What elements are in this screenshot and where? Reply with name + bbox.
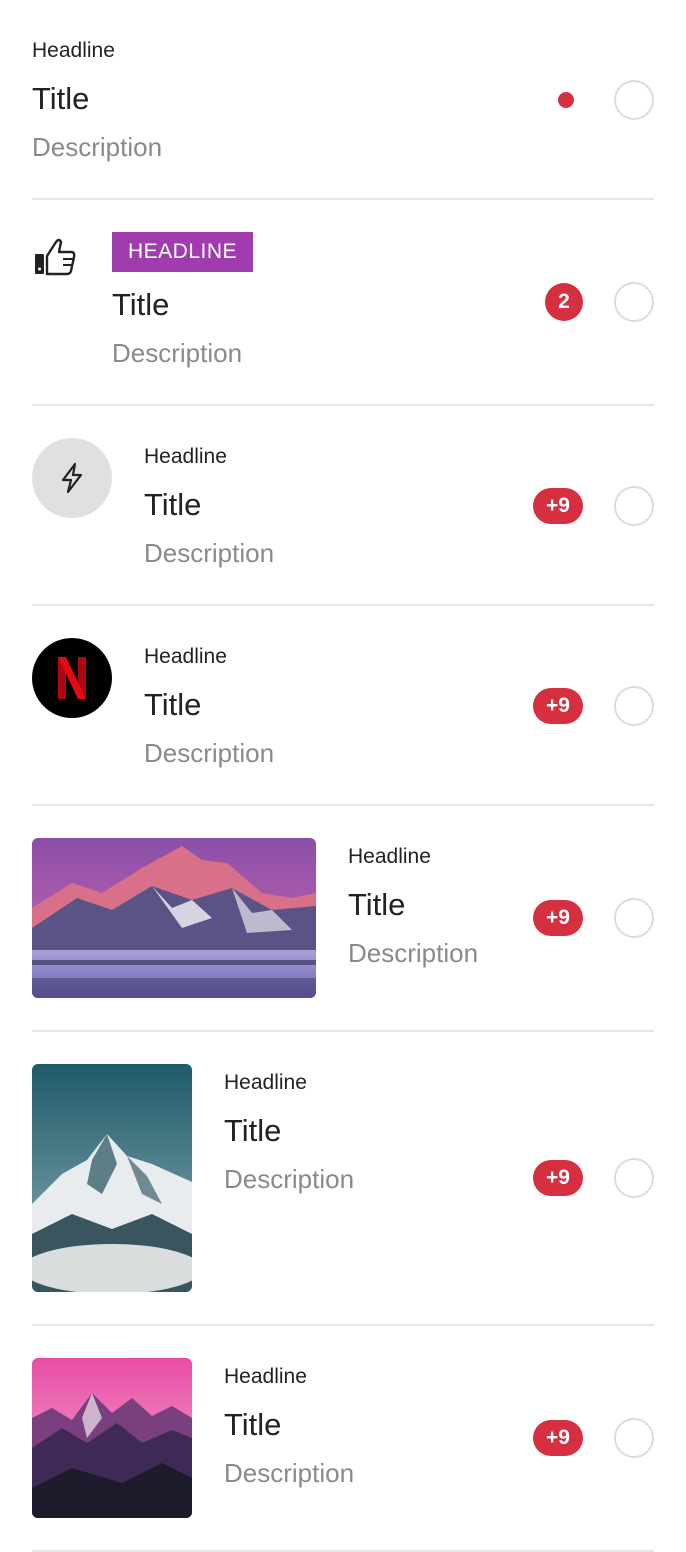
count-badge: +9 — [533, 688, 583, 724]
select-radio[interactable] — [614, 898, 654, 938]
thumbs-up-icon — [32, 234, 78, 280]
select-radio[interactable] — [614, 80, 654, 120]
item-title: Title — [112, 287, 170, 322]
list-item[interactable]: Headline Title Description +9 — [32, 406, 654, 606]
select-radio[interactable] — [614, 1158, 654, 1198]
count-badge: +9 — [533, 900, 583, 936]
item-title: Title — [144, 487, 202, 522]
list-item[interactable]: Headline Title Description — [32, 0, 654, 200]
mountain-landscape-image — [32, 838, 316, 998]
count-badge: +9 — [533, 488, 583, 524]
item-headline: Headline — [224, 1365, 307, 1388]
item-description: Description — [224, 1458, 355, 1488]
item-title: Title — [348, 887, 406, 922]
item-description: Description — [348, 938, 479, 968]
item-title: Title — [224, 1113, 282, 1148]
item-title: Title — [224, 1407, 282, 1442]
list-item[interactable]: Headline Title Description +9 — [32, 806, 654, 1032]
item-description: Description — [224, 1164, 355, 1194]
select-radio[interactable] — [614, 1418, 654, 1458]
item-headline: Headline — [32, 39, 115, 62]
headline-tag: HEADLINE — [112, 232, 254, 272]
select-radio[interactable] — [614, 486, 654, 526]
item-headline: Headline — [144, 645, 227, 668]
item-description: Description — [144, 738, 275, 768]
count-badge: 2 — [545, 283, 583, 321]
item-headline: Headline — [144, 445, 227, 468]
list-item[interactable]: HEADLINE Title Description 2 — [32, 200, 654, 406]
count-badge: +9 — [533, 1160, 583, 1196]
count-badge: +9 — [533, 1420, 583, 1456]
list-item[interactable]: Headline Title Description +9 — [32, 1326, 654, 1552]
item-title: Title — [144, 687, 202, 722]
mountain-pink-sky-image — [32, 1358, 192, 1518]
item-headline: Headline — [348, 845, 431, 868]
item-description: Description — [112, 338, 243, 368]
lightning-avatar — [32, 438, 112, 518]
lightning-icon — [54, 460, 90, 501]
list-item[interactable]: Headline Title Description +9 — [32, 1032, 654, 1326]
list-item[interactable]: Headline Title Description +9 — [32, 606, 654, 806]
item-description: Description — [144, 538, 275, 568]
item-title: Title — [32, 81, 90, 116]
unread-dot — [558, 92, 574, 108]
select-radio[interactable] — [614, 282, 654, 322]
item-description: Description — [32, 132, 163, 162]
snowy-mountain-image — [32, 1064, 192, 1292]
item-headline: Headline — [224, 1071, 307, 1094]
select-radio[interactable] — [614, 686, 654, 726]
netflix-logo — [32, 638, 112, 718]
